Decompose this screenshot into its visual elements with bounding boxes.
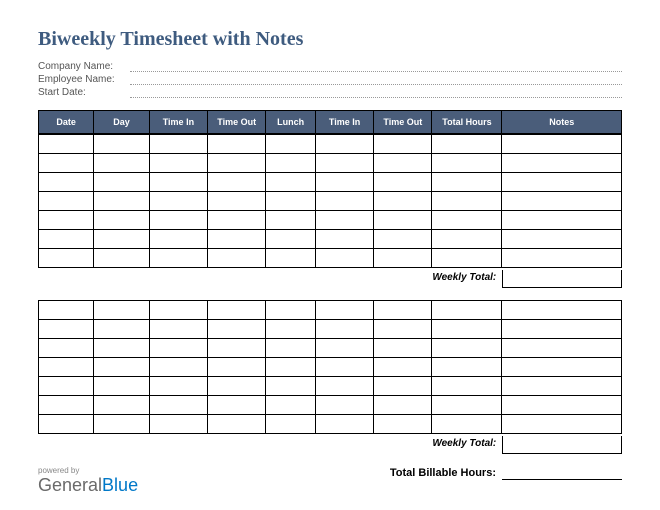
company-line[interactable] xyxy=(130,62,622,72)
table-row xyxy=(39,396,622,415)
billable-block: Total Billable Hours: xyxy=(318,466,622,480)
table-row xyxy=(39,192,622,211)
employee-label: Employee Name: xyxy=(38,74,130,85)
brand-logo: GeneralBlue xyxy=(38,475,318,496)
week1-grid xyxy=(38,134,622,268)
table-row xyxy=(39,320,622,339)
week1-total-row: Weekly Total: xyxy=(38,270,622,288)
company-label: Company Name: xyxy=(38,61,130,72)
table-row xyxy=(39,211,622,230)
brand-part1: General xyxy=(38,475,102,495)
header-notes: Notes xyxy=(502,111,622,134)
table-row xyxy=(39,339,622,358)
brand-part2: Blue xyxy=(102,475,138,495)
startdate-label: Start Date: xyxy=(38,87,130,98)
billable-line[interactable] xyxy=(502,466,622,480)
billable-label: Total Billable Hours: xyxy=(318,467,502,479)
header-timeout2: Time Out xyxy=(374,111,432,134)
table-row xyxy=(39,249,622,268)
startdate-line[interactable] xyxy=(130,88,622,98)
table-row xyxy=(39,173,622,192)
employee-line[interactable] xyxy=(130,75,622,85)
startdate-field: Start Date: xyxy=(38,87,622,98)
week2-total-label: Weekly Total: xyxy=(380,436,503,454)
table-row xyxy=(39,415,622,434)
powered-by-label: powered by xyxy=(38,466,318,475)
table-row xyxy=(39,377,622,396)
footer: powered by GeneralBlue Total Billable Ho… xyxy=(38,466,622,496)
employee-field: Employee Name: xyxy=(38,74,622,85)
header-total: Total Hours xyxy=(432,111,502,134)
company-field: Company Name: xyxy=(38,61,622,72)
brand-block: powered by GeneralBlue xyxy=(38,466,318,496)
page-title: Biweekly Timesheet with Notes xyxy=(38,28,622,51)
table-row xyxy=(39,230,622,249)
table-row xyxy=(39,135,622,154)
header-timein: Time In xyxy=(149,111,207,134)
column-headers: Date Day Time In Time Out Lunch Time In … xyxy=(38,110,622,134)
week1-total-box[interactable] xyxy=(502,270,622,288)
week2-total-row: Weekly Total: xyxy=(38,436,622,454)
table-row xyxy=(39,358,622,377)
header-timeout: Time Out xyxy=(208,111,266,134)
table-row xyxy=(39,154,622,173)
table-row xyxy=(39,301,622,320)
header-date: Date xyxy=(39,111,94,134)
header-timein2: Time In xyxy=(315,111,373,134)
week2-total-box[interactable] xyxy=(502,436,622,454)
header-day: Day xyxy=(94,111,149,134)
week2-grid xyxy=(38,300,622,434)
week1-total-label: Weekly Total: xyxy=(380,270,503,288)
header-lunch: Lunch xyxy=(266,111,316,134)
